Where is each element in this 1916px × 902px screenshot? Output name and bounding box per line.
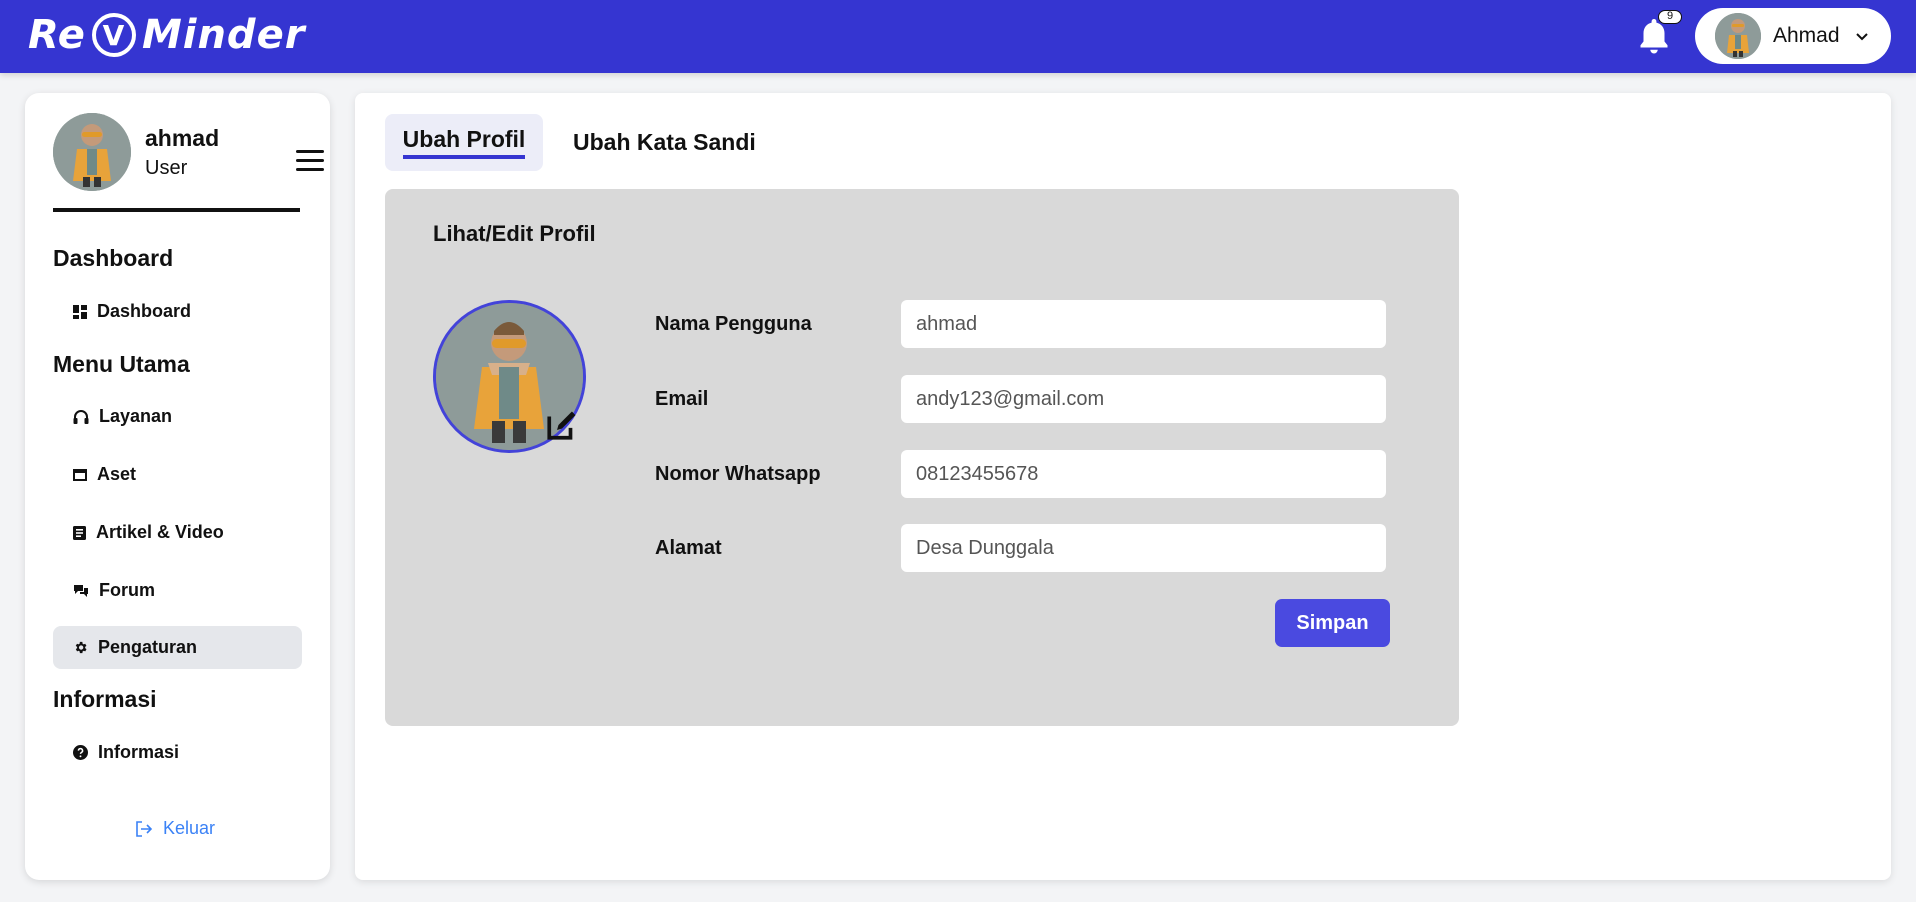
sidebar-item-artikel-video[interactable]: Artikel & Video	[53, 511, 302, 554]
card-title: Lihat/Edit Profil	[433, 221, 596, 246]
logout-link[interactable]: Keluar	[135, 818, 215, 839]
question-circle-icon	[73, 745, 88, 760]
email-field[interactable]	[901, 375, 1386, 423]
sidebar-item-label: Layanan	[99, 406, 173, 426]
top-navbar: Re V Minder 9 Ahmad	[0, 0, 1916, 73]
logout-icon	[136, 820, 153, 837]
article-icon	[73, 525, 86, 540]
sidebar: ahmad User Dashboard Dashboard Menu Utam…	[25, 93, 330, 880]
sidebar-profile: ahmad User	[53, 113, 324, 211]
avatar-character-image	[1715, 13, 1761, 59]
sidebar-item-label: Artikel & Video	[96, 522, 224, 542]
whatsapp-field[interactable]	[901, 450, 1386, 498]
sidebar-section-dashboard: Dashboard	[53, 245, 174, 271]
tab-ubah-profil[interactable]: Ubah Profil	[385, 114, 543, 171]
headphones-icon	[73, 409, 89, 424]
logout-label: Keluar	[163, 818, 216, 838]
sidebar-item-aset[interactable]: Aset	[53, 453, 302, 496]
logo-text-left: Re	[28, 12, 86, 58]
sidebar-item-forum[interactable]: Forum	[53, 569, 302, 612]
user-name-label: Ahmad	[1773, 24, 1840, 47]
logo-text-right: Minder	[141, 12, 306, 58]
username-label: Nama Pengguna	[655, 313, 812, 335]
sidebar-item-label: Pengaturan	[98, 637, 198, 657]
sidebar-item-label: Informasi	[98, 742, 180, 762]
address-label: Alamat	[655, 537, 722, 559]
chevron-down-icon	[1855, 33, 1868, 41]
save-button[interactable]: Simpan	[1275, 599, 1390, 647]
username-field[interactable]	[901, 300, 1386, 348]
sidebar-item-label: Aset	[97, 464, 137, 484]
sidebar-item-layanan[interactable]: Layanan	[53, 395, 302, 438]
avatar-character-image	[53, 113, 131, 191]
sidebar-section-informasi: Informasi	[53, 686, 157, 712]
tab-label: Ubah Kata Sandi	[573, 129, 756, 155]
main-content: Ubah Profil Ubah Kata Sandi Lihat/Edit P…	[355, 93, 1891, 880]
gear-icon	[75, 641, 87, 654]
tab-ubah-kata-sandi[interactable]: Ubah Kata Sandi	[573, 114, 756, 171]
email-label: Email	[655, 388, 709, 410]
address-field[interactable]	[901, 524, 1386, 572]
sidebar-user-role: User	[145, 157, 188, 179]
avatar	[1715, 13, 1761, 59]
sidebar-item-label: Forum	[99, 580, 155, 600]
sidebar-item-dashboard[interactable]: Dashboard	[53, 290, 302, 333]
logo-v-mark: V	[91, 13, 136, 57]
sidebar-section-menu-utama: Menu Utama	[53, 351, 190, 377]
edit-photo-icon[interactable]	[545, 408, 579, 442]
notification-count-badge: 9	[1658, 10, 1682, 24]
sidebar-item-informasi[interactable]: Informasi	[53, 731, 302, 774]
profile-card: Lihat/Edit Profil Nama Pengguna Email No…	[385, 189, 1459, 726]
dashboard-grid-icon	[73, 304, 87, 319]
user-menu-dropdown[interactable]: Ahmad	[1695, 8, 1891, 64]
sidebar-user-name: ahmad	[145, 125, 220, 151]
chat-bubbles-icon	[74, 584, 88, 597]
app-logo[interactable]: Re V Minder	[28, 10, 305, 60]
sidebar-item-pengaturan[interactable]: Pengaturan	[53, 626, 302, 669]
avatar	[53, 113, 131, 191]
sidebar-divider	[53, 208, 300, 212]
sidebar-item-label: Dashboard	[97, 301, 192, 321]
hamburger-menu-icon[interactable]	[296, 150, 324, 174]
window-icon	[73, 468, 87, 481]
whatsapp-label: Nomor Whatsapp	[655, 463, 821, 485]
tab-label: Ubah Profil	[402, 126, 526, 159]
notification-button[interactable]: 9	[1636, 10, 1682, 56]
